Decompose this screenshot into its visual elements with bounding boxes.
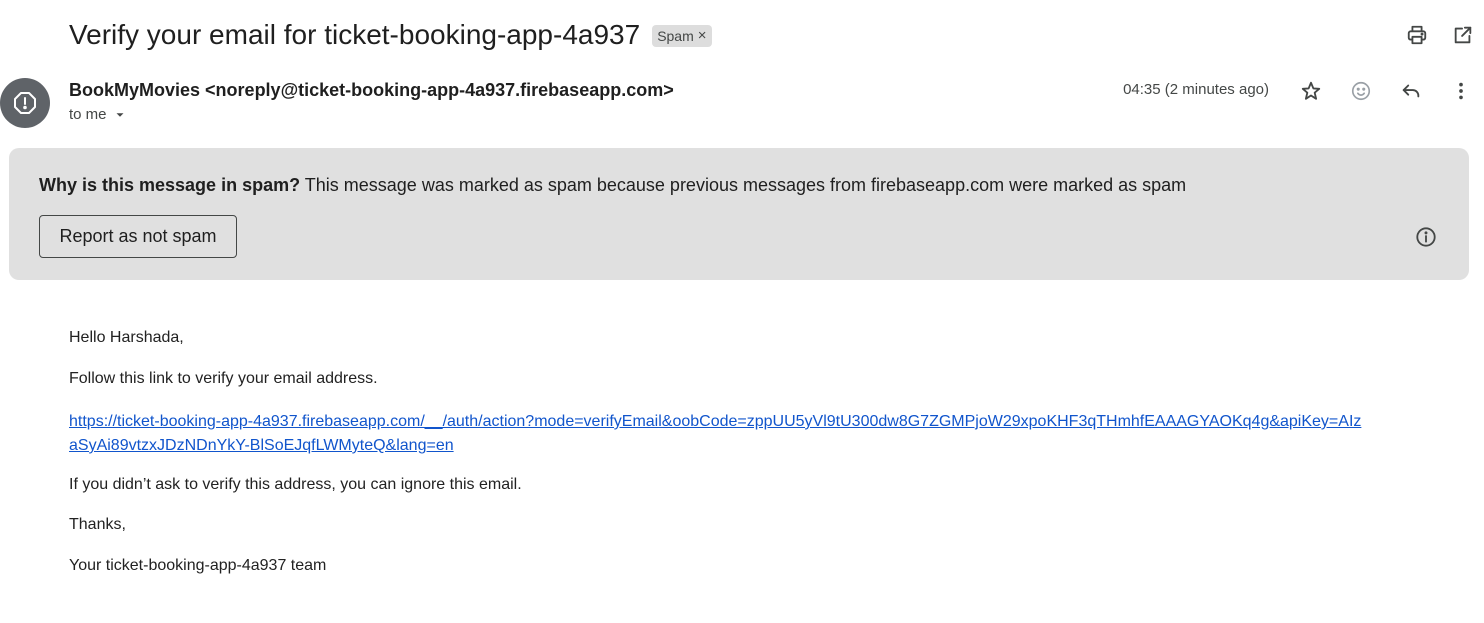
spam-reason-text: This message was marked as spam because … xyxy=(300,175,1187,195)
open-in-new-window-icon[interactable] xyxy=(1450,22,1476,48)
recipient-details-toggle[interactable]: to me xyxy=(69,105,127,125)
timestamp: 04:35 (2 minutes ago) xyxy=(1123,81,1269,98)
spam-alert-icon xyxy=(0,78,50,128)
email-view: Verify your email for ticket-booking-app… xyxy=(0,0,1484,623)
recipient-text: to me xyxy=(69,106,107,123)
spam-label-chip[interactable]: Spam × xyxy=(652,25,712,47)
report-not-spam-button[interactable]: Report as not spam xyxy=(39,215,237,258)
body-signature: Your ticket-booking-app-4a937 team xyxy=(69,557,327,574)
subject-row: Verify your email for ticket-booking-app… xyxy=(69,16,712,54)
reply-icon[interactable] xyxy=(1398,78,1424,104)
verify-email-link[interactable]: https://ticket-booking-app-4a937.firebas… xyxy=(69,413,1361,454)
email-subject: Verify your email for ticket-booking-app… xyxy=(69,19,641,50)
emoji-reaction-icon[interactable] xyxy=(1348,78,1374,104)
body-instruction: Follow this link to verify your email ad… xyxy=(69,370,378,387)
spam-reason-question: Why is this message in spam? xyxy=(39,175,301,195)
remove-label-icon[interactable]: × xyxy=(698,25,707,47)
caret-down-icon xyxy=(116,113,124,117)
sender-line: BookMyMovies <noreply@ticket-booking-app… xyxy=(69,79,674,101)
body-greeting: Hello Harshada, xyxy=(69,329,184,346)
spam-warning-banner: Why is this message in spam? This messag… xyxy=(9,148,1469,280)
more-vert-icon[interactable] xyxy=(1448,78,1474,104)
sender-email[interactable]: <noreply@ticket-booking-app-4a937.fireba… xyxy=(205,80,674,100)
star-icon[interactable] xyxy=(1298,78,1324,104)
body-thanks: Thanks, xyxy=(69,516,126,533)
sender-name[interactable]: BookMyMovies xyxy=(69,80,200,100)
spam-label-text: Spam xyxy=(657,28,694,44)
verify-link-paragraph: https://ticket-booking-app-4a937.firebas… xyxy=(69,410,1369,458)
info-icon[interactable] xyxy=(1413,224,1439,250)
top-actions xyxy=(1404,22,1476,48)
message-actions xyxy=(1298,78,1474,104)
spam-reason: Why is this message in spam? This messag… xyxy=(39,174,1186,196)
body-ignore-note: If you didn’t ask to verify this address… xyxy=(69,476,522,493)
print-icon[interactable] xyxy=(1404,22,1430,48)
